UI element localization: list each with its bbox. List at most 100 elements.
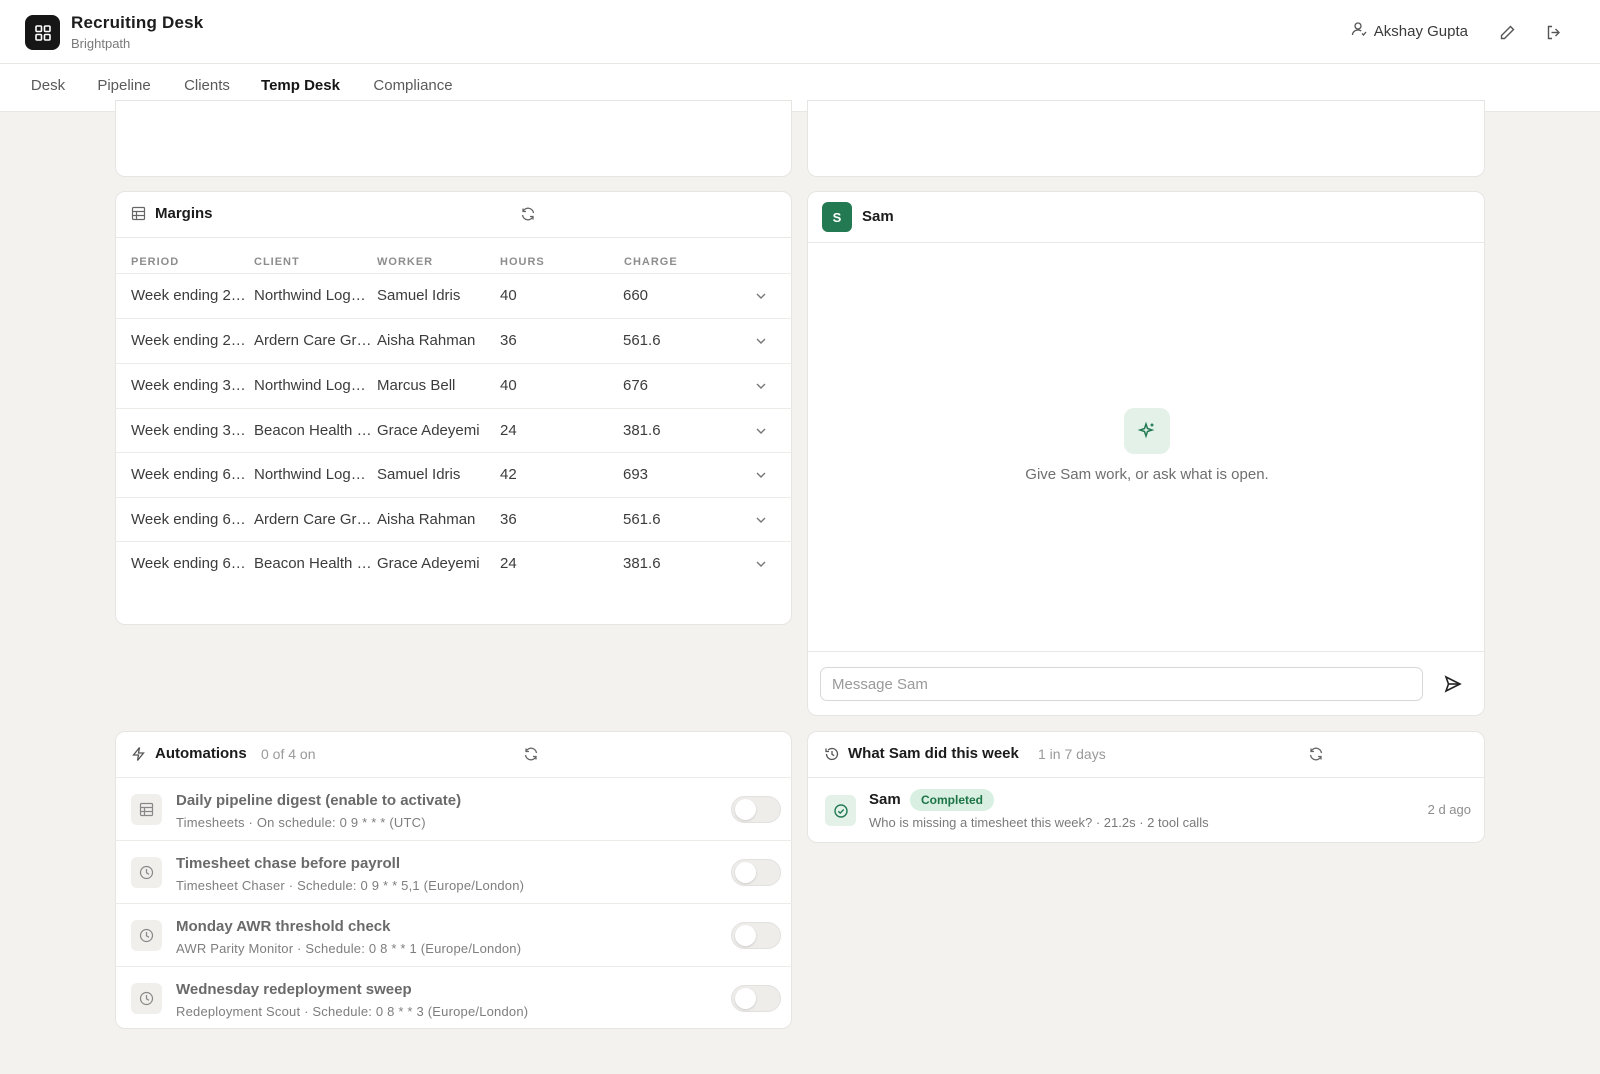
user-menu[interactable]: Akshay Gupta bbox=[1351, 21, 1468, 41]
cell-charge: 561.6 bbox=[623, 332, 661, 349]
chat-card-header bbox=[808, 192, 1484, 243]
cell-client: Beacon Health … bbox=[254, 555, 372, 572]
cell-period: Week ending 6… bbox=[131, 511, 246, 528]
message-input[interactable] bbox=[820, 667, 1423, 701]
user-icon bbox=[1351, 21, 1367, 41]
cell-client: Ardern Care Gr… bbox=[254, 511, 372, 528]
clock-icon bbox=[131, 920, 162, 951]
app-title: Recruiting Desk bbox=[71, 13, 204, 32]
app-header: Recruiting Desk Brightpath Akshay Gupta bbox=[0, 0, 1600, 64]
cell-hours: 24 bbox=[500, 555, 517, 572]
chevron-down-icon[interactable] bbox=[753, 423, 769, 439]
chevron-down-icon[interactable] bbox=[753, 378, 769, 394]
automations-title: Automations bbox=[155, 745, 247, 762]
clock-icon bbox=[131, 857, 162, 888]
automation-title: Daily pipeline digest (enable to activat… bbox=[176, 792, 462, 809]
automation-toggle[interactable] bbox=[731, 859, 781, 886]
cell-hours: 36 bbox=[500, 332, 517, 349]
cell-client: Northwind Log… bbox=[254, 377, 366, 394]
automations-count: 0 of 4 on bbox=[261, 746, 316, 762]
column-header-hours: HOURS bbox=[500, 256, 545, 268]
cell-worker: Samuel Idris bbox=[377, 466, 461, 483]
automation-description: Timesheet Chaser · Schedule: 0 9 * * 5,1… bbox=[176, 878, 525, 893]
automation-title: Monday AWR threshold check bbox=[176, 918, 391, 935]
app-subtitle: Brightpath bbox=[71, 36, 131, 51]
check-circle-icon bbox=[825, 795, 856, 826]
table-row[interactable]: Week ending 6… Beacon Health … Grace Ade… bbox=[115, 541, 792, 586]
automation-description: Redeployment Scout · Schedule: 0 8 * * 3… bbox=[176, 1004, 529, 1019]
clock-icon bbox=[131, 983, 162, 1014]
automation-item: Timesheet chase before payroll Timesheet… bbox=[115, 840, 792, 903]
chat-agent-name: Sam bbox=[862, 208, 894, 225]
automation-description: Timesheets · On schedule: 0 9 * * * (UTC… bbox=[176, 815, 426, 830]
column-header-client: CLIENT bbox=[254, 256, 300, 268]
cell-hours: 42 bbox=[500, 466, 517, 483]
user-name: Akshay Gupta bbox=[1373, 22, 1468, 40]
activity-timestamp: 2 d ago bbox=[1427, 802, 1471, 817]
cell-charge: 676 bbox=[623, 377, 649, 394]
refresh-icon[interactable] bbox=[1307, 745, 1325, 763]
cell-period: Week ending 3… bbox=[131, 377, 246, 394]
avatar: S bbox=[822, 202, 852, 232]
automation-toggle[interactable] bbox=[731, 922, 781, 949]
chevron-down-icon[interactable] bbox=[753, 288, 769, 304]
cell-hours: 40 bbox=[500, 377, 517, 394]
cell-worker: Aisha Rahman bbox=[377, 511, 476, 528]
app-logo-icon[interactable] bbox=[25, 15, 60, 50]
chat-divider bbox=[808, 651, 1484, 652]
column-header-worker: WORKER bbox=[377, 256, 434, 268]
cell-period: Week ending 3… bbox=[131, 422, 246, 439]
cell-hours: 40 bbox=[500, 287, 517, 304]
send-icon[interactable] bbox=[1442, 673, 1464, 695]
cell-client: Northwind Log… bbox=[254, 466, 366, 483]
table-row[interactable]: Week ending 6… Northwind Log… Samuel Idr… bbox=[115, 452, 792, 497]
table-row[interactable]: Week ending 2… Ardern Care Gr… Aisha Rah… bbox=[115, 318, 792, 363]
table-row[interactable]: Week ending 2… Northwind Log… Samuel Idr… bbox=[115, 273, 792, 318]
cell-period: Week ending 2… bbox=[131, 332, 246, 349]
chevron-down-icon[interactable] bbox=[753, 512, 769, 528]
toggle-knob bbox=[735, 862, 756, 883]
edit-icon[interactable] bbox=[1496, 21, 1518, 43]
cell-hours: 36 bbox=[500, 511, 517, 528]
chat-empty-message: Give Sam work, or ask what is open. bbox=[1025, 466, 1269, 483]
table-row[interactable]: Week ending 3… Beacon Health … Grace Ade… bbox=[115, 408, 792, 453]
automation-title: Timesheet chase before payroll bbox=[176, 855, 400, 872]
cell-charge: 660 bbox=[623, 287, 649, 304]
cell-worker: Grace Adeyemi bbox=[377, 422, 480, 439]
margins-card-header bbox=[116, 192, 791, 238]
cell-charge: 381.6 bbox=[623, 555, 661, 572]
activity-description[interactable]: Who is missing a timesheet this week? · … bbox=[869, 815, 1209, 830]
refresh-icon[interactable] bbox=[519, 205, 537, 223]
automation-item: Monday AWR threshold check AWR Parity Mo… bbox=[115, 903, 792, 966]
card-partial-left bbox=[115, 100, 792, 177]
cell-worker: Aisha Rahman bbox=[377, 332, 476, 349]
chevron-down-icon[interactable] bbox=[753, 467, 769, 483]
column-header-period: PERIOD bbox=[131, 256, 180, 268]
automation-toggle[interactable] bbox=[731, 985, 781, 1012]
chevron-down-icon[interactable] bbox=[753, 333, 769, 349]
cell-worker: Grace Adeyemi bbox=[377, 555, 480, 572]
chevron-down-icon[interactable] bbox=[753, 556, 769, 572]
table-icon bbox=[131, 794, 162, 825]
refresh-icon[interactable] bbox=[522, 745, 540, 763]
automation-title: Wednesday redeployment sweep bbox=[176, 981, 412, 998]
cell-client: Beacon Health … bbox=[254, 422, 372, 439]
cell-hours: 24 bbox=[500, 422, 517, 439]
cell-period: Week ending 2… bbox=[131, 287, 246, 304]
margins-title: Margins bbox=[155, 205, 213, 222]
logout-icon[interactable] bbox=[1542, 21, 1564, 43]
table-row[interactable]: Week ending 3… Northwind Log… Marcus Bel… bbox=[115, 363, 792, 408]
table-row[interactable]: Week ending 6… Ardern Care Gr… Aisha Rah… bbox=[115, 497, 792, 542]
card-partial-right bbox=[807, 100, 1485, 177]
automation-item: Daily pipeline digest (enable to activat… bbox=[115, 777, 792, 840]
automation-toggle[interactable] bbox=[731, 796, 781, 823]
cell-client: Northwind Log… bbox=[254, 287, 366, 304]
tab-desk[interactable]: Desk bbox=[30, 64, 66, 111]
lightning-icon bbox=[131, 746, 146, 767]
column-header-charge: CHARGE bbox=[624, 256, 678, 268]
cell-period: Week ending 6… bbox=[131, 466, 246, 483]
activity-agent-name: Sam bbox=[869, 791, 901, 808]
automation-description: AWR Parity Monitor · Schedule: 0 8 * * 1… bbox=[176, 941, 522, 956]
activity-title: What Sam did this week bbox=[848, 745, 1019, 762]
toggle-knob bbox=[735, 799, 756, 820]
